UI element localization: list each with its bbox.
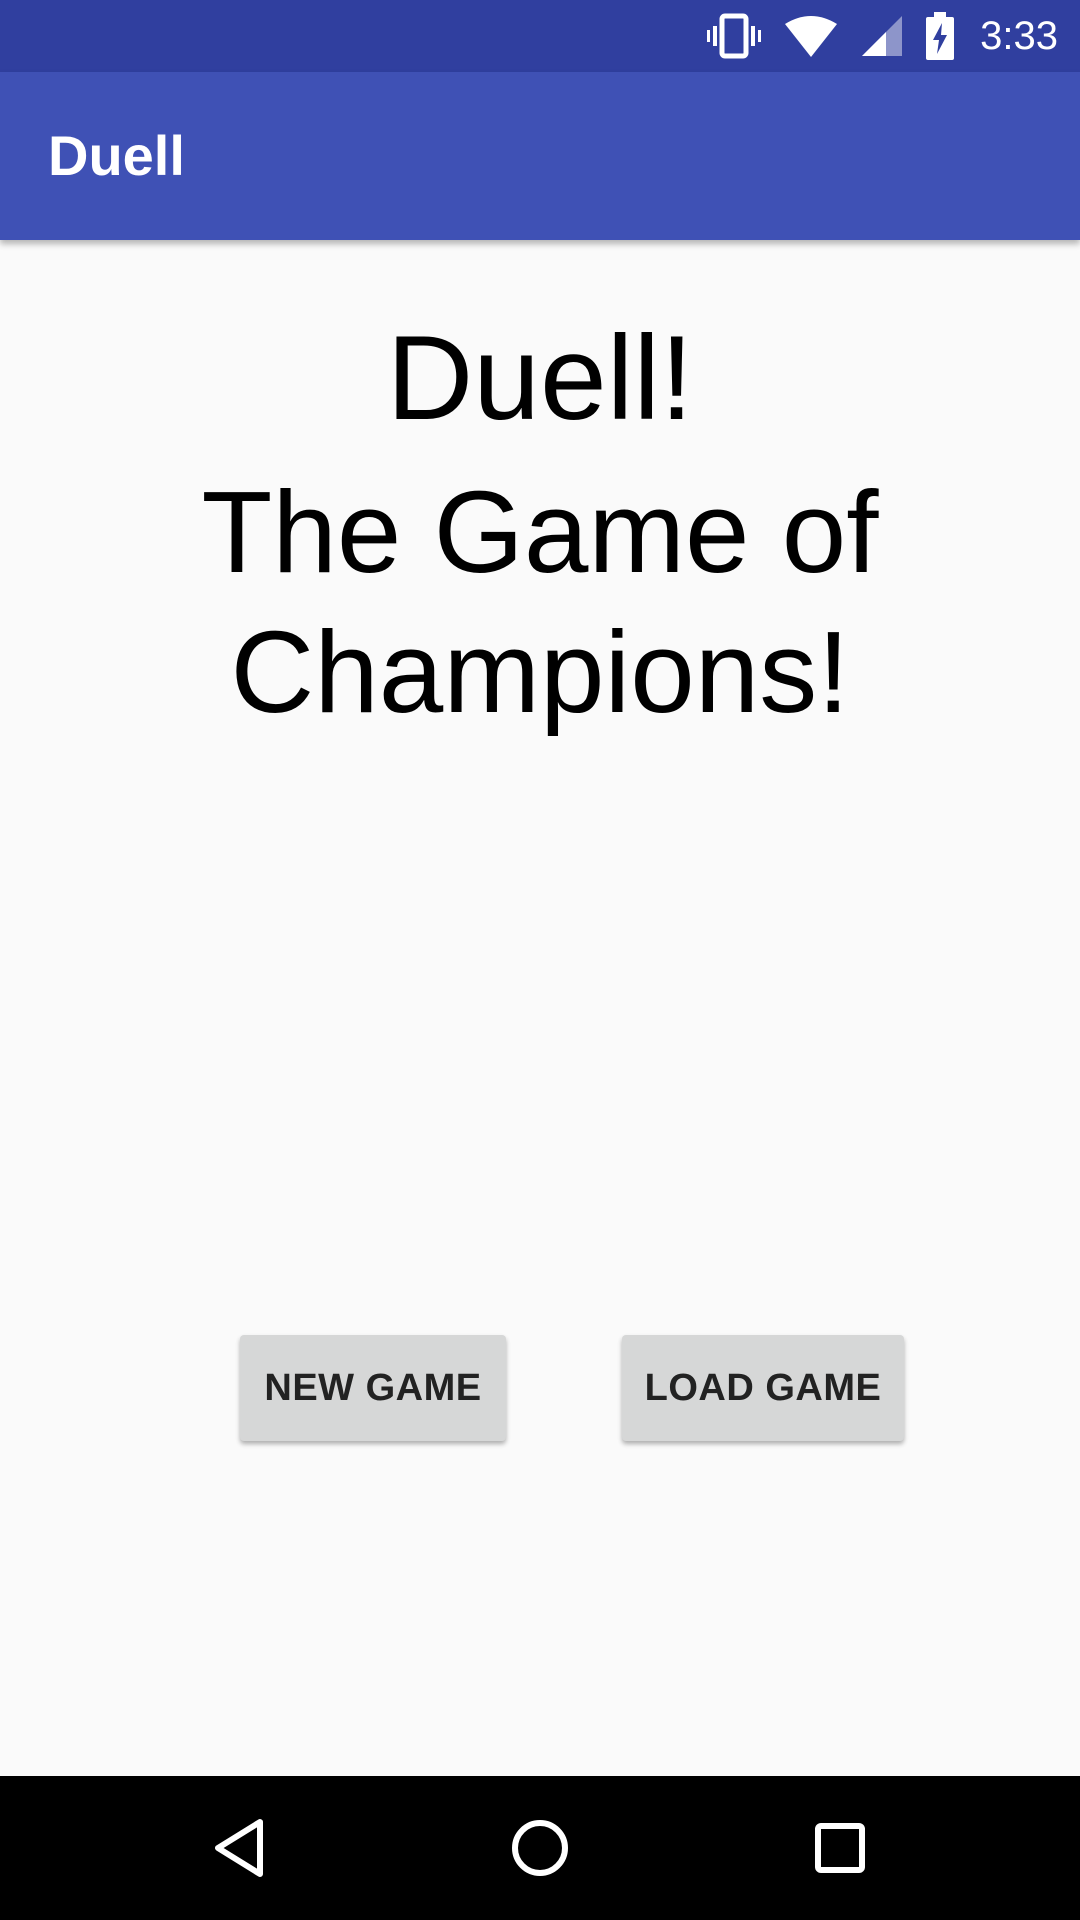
main-content: Duell! The Game of Champions! NEW GAME L… [0, 240, 1080, 1776]
game-subtitle: The Game of Champions! [201, 467, 879, 737]
status-time: 3:33 [980, 13, 1058, 58]
load-game-button[interactable]: LOAD GAME [622, 1335, 904, 1441]
cell-signal-icon [860, 14, 904, 58]
home-icon [512, 1820, 568, 1876]
recents-button[interactable] [804, 1812, 876, 1884]
vibrate-icon [706, 13, 762, 59]
home-button[interactable] [504, 1812, 576, 1884]
status-bar: 3:33 [0, 0, 1080, 72]
back-button[interactable] [204, 1812, 276, 1884]
wifi-icon [784, 14, 838, 58]
status-icons: 3:33 [684, 0, 1058, 72]
app-bar: Duell [0, 72, 1080, 240]
app-title: Duell [48, 124, 185, 187]
back-icon [215, 1819, 263, 1877]
new-game-button[interactable]: NEW GAME [240, 1335, 506, 1441]
navigation-bar [0, 1776, 1080, 1920]
battery-charging-icon [926, 12, 955, 60]
game-title: Duell! [386, 311, 694, 445]
recents-icon [815, 1823, 865, 1873]
